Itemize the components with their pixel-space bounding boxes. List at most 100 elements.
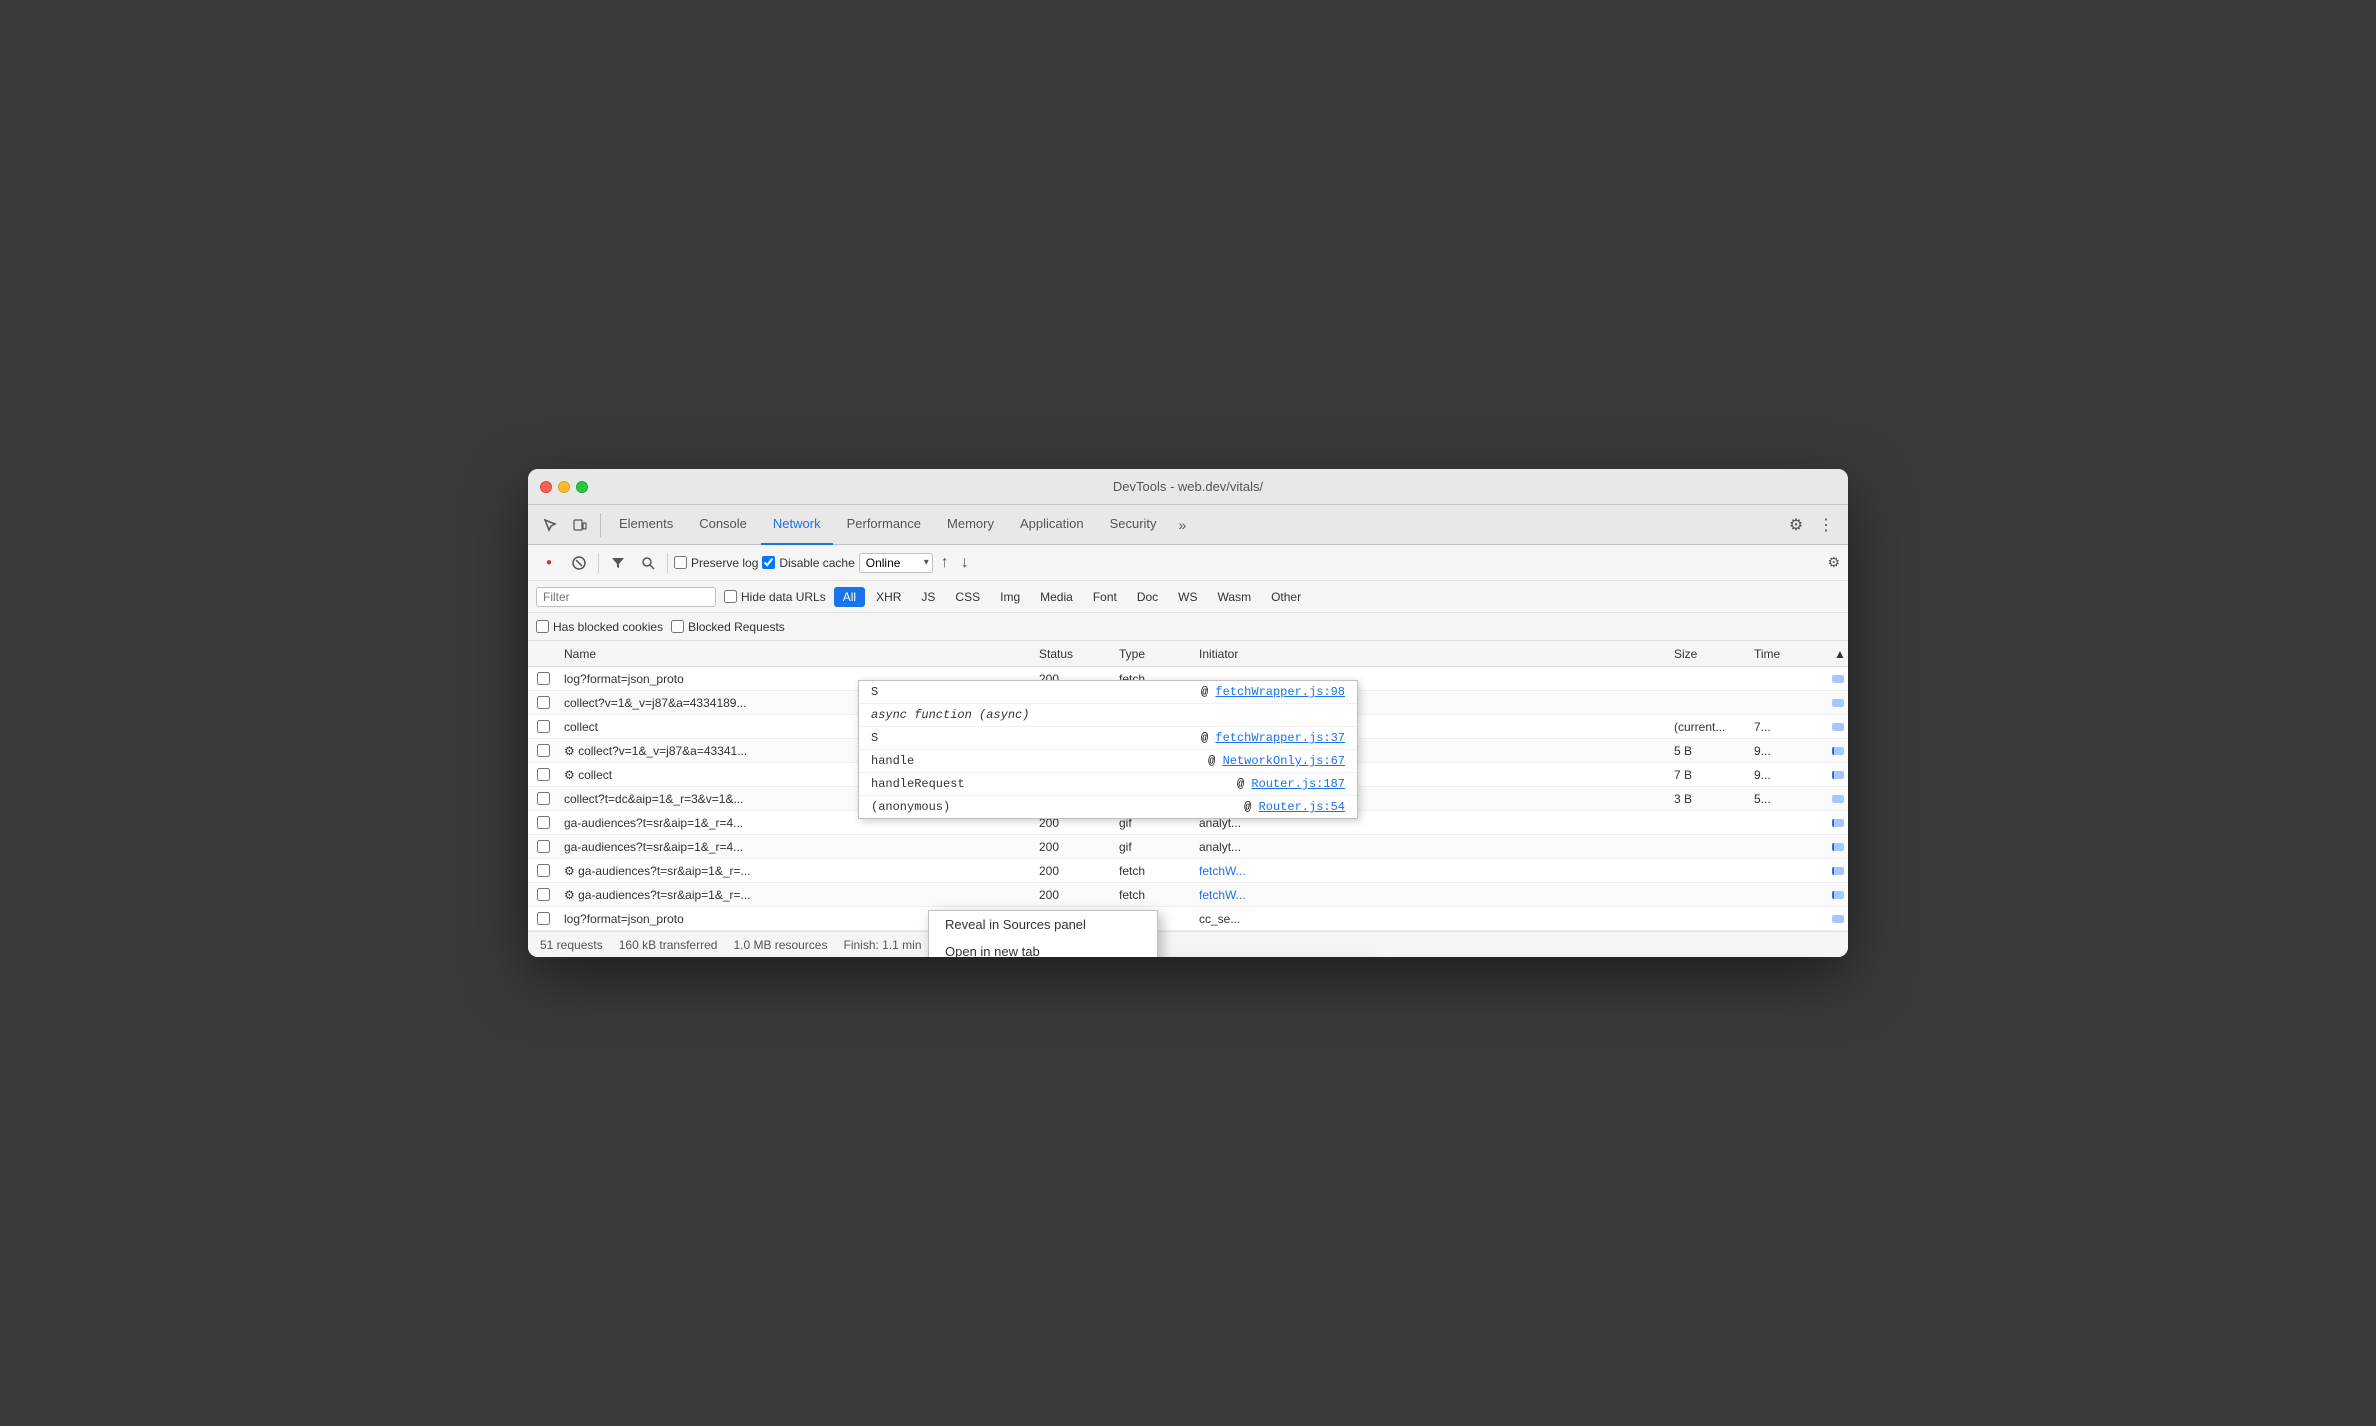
type-btn-img[interactable]: Img <box>991 587 1029 607</box>
table-row[interactable]: log?format=json_proto 200 fetch cc_se... <box>528 907 1848 931</box>
tab-network[interactable]: Network <box>761 505 833 545</box>
throttle-select[interactable]: Online Fast 3G Slow 3G Offline <box>859 553 933 573</box>
filter-input[interactable] <box>543 590 709 604</box>
network-settings-icon[interactable]: ⚙ <box>1827 554 1840 571</box>
toolbar-separator-1 <box>598 553 599 573</box>
has-blocked-cookies-label[interactable]: Has blocked cookies <box>536 620 663 634</box>
type-btn-doc[interactable]: Doc <box>1128 587 1167 607</box>
context-menu: Reveal in Sources panel Open in new tab … <box>928 910 1158 957</box>
hide-data-urls-label[interactable]: Hide data URLs <box>724 590 826 604</box>
more-options-icon[interactable]: ⋮ <box>1812 511 1840 539</box>
row-checkbox-6[interactable] <box>528 792 558 805</box>
device-toolbar-icon[interactable] <box>566 511 594 539</box>
type-btn-media[interactable]: Media <box>1031 587 1082 607</box>
row-size-6: 3 B <box>1668 792 1748 806</box>
minimize-button[interactable] <box>558 481 570 493</box>
row-checkbox-8[interactable] <box>528 840 558 853</box>
tab-memory[interactable]: Memory <box>935 505 1006 545</box>
cs-link-6[interactable]: Router.js:54 <box>1259 800 1345 814</box>
filter-input-wrapper <box>536 587 716 607</box>
tab-console[interactable]: Console <box>687 505 759 545</box>
row-waterfall-11 <box>1828 915 1848 923</box>
col-waterfall[interactable]: ▲ <box>1828 647 1848 661</box>
col-initiator[interactable]: Initiator <box>1193 647 1668 661</box>
type-btn-js[interactable]: JS <box>912 587 944 607</box>
disable-cache-label[interactable]: Disable cache <box>762 556 854 570</box>
type-btn-ws[interactable]: WS <box>1169 587 1206 607</box>
upload-icon[interactable]: ↑ <box>937 552 953 574</box>
settings-gear-icon[interactable]: ⚙ <box>1782 511 1810 539</box>
col-time[interactable]: Time <box>1748 647 1828 661</box>
type-btn-font[interactable]: Font <box>1084 587 1126 607</box>
row-waterfall-7 <box>1828 819 1848 827</box>
search-icon[interactable] <box>635 550 661 576</box>
cs-row-1: S @ fetchWrapper.js:98 <box>859 681 1357 704</box>
tab-elements[interactable]: Elements <box>607 505 685 545</box>
cs-link-1[interactable]: fetchWrapper.js:98 <box>1215 685 1345 699</box>
row-checkbox-2[interactable] <box>528 696 558 709</box>
col-type[interactable]: Type <box>1113 647 1193 661</box>
row-name-10: ⚙ ga-audiences?t=sr&aip=1&_r=... <box>558 888 1033 902</box>
table-row[interactable]: ga-audiences?t=sr&aip=1&_r=4... 200 gif … <box>528 835 1848 859</box>
throttle-select-wrapper: Online Fast 3G Slow 3G Offline <box>859 553 933 573</box>
download-icon[interactable]: ↓ <box>957 552 973 574</box>
cs-link-4[interactable]: NetworkOnly.js:67 <box>1223 754 1345 768</box>
row-checkbox-7[interactable] <box>528 816 558 829</box>
cs-link-3[interactable]: fetchWrapper.js:37 <box>1215 731 1345 745</box>
ctx-open-new-tab[interactable]: Open in new tab <box>929 938 1157 957</box>
tab-performance[interactable]: Performance <box>835 505 933 545</box>
type-btn-all[interactable]: All <box>834 587 865 607</box>
type-filter-buttons: All XHR JS CSS Img Media Font Doc WS Was… <box>834 587 1310 607</box>
col-name[interactable]: Name <box>558 647 1033 661</box>
row-status-10: 200 <box>1033 888 1113 902</box>
cs-row-4: handle @ NetworkOnly.js:67 <box>859 750 1357 773</box>
cursor-icon[interactable] <box>536 511 564 539</box>
row-initiator-10: fetchW... <box>1193 888 1668 902</box>
row-waterfall-4 <box>1828 747 1848 755</box>
clear-button[interactable] <box>566 550 592 576</box>
maximize-button[interactable] <box>576 481 588 493</box>
more-tabs-button[interactable]: » <box>1171 517 1195 533</box>
type-btn-css[interactable]: CSS <box>946 587 989 607</box>
traffic-lights <box>540 481 588 493</box>
ctx-reveal-sources[interactable]: Reveal in Sources panel <box>929 911 1157 938</box>
table-row[interactable]: ⚙ ga-audiences?t=sr&aip=1&_r=... 200 fet… <box>528 859 1848 883</box>
close-button[interactable] <box>540 481 552 493</box>
row-status-8: 200 <box>1033 840 1113 854</box>
row-size-5: 7 B <box>1668 768 1748 782</box>
row-type-8: gif <box>1113 840 1193 854</box>
type-btn-wasm[interactable]: Wasm <box>1209 587 1261 607</box>
tab-application[interactable]: Application <box>1008 505 1096 545</box>
disable-cache-checkbox[interactable] <box>762 556 775 569</box>
cs-func-6: (anonymous) <box>871 800 950 814</box>
blocked-requests-label[interactable]: Blocked Requests <box>671 620 785 634</box>
type-btn-other[interactable]: Other <box>1262 587 1310 607</box>
row-checkbox-10[interactable] <box>528 888 558 901</box>
col-status[interactable]: Status <box>1033 647 1113 661</box>
cs-func-4: handle <box>871 754 914 768</box>
hide-data-urls-checkbox[interactable] <box>724 590 737 603</box>
row-time-4: 9... <box>1748 744 1828 758</box>
filter-bar: Hide data URLs All XHR JS CSS Img Media … <box>528 581 1848 613</box>
filter-icon[interactable] <box>605 550 631 576</box>
row-checkbox-3[interactable] <box>528 720 558 733</box>
row-checkbox-9[interactable] <box>528 864 558 877</box>
tab-security[interactable]: Security <box>1098 505 1169 545</box>
blocked-requests-checkbox[interactable] <box>671 620 684 633</box>
table-row[interactable]: ⚙ ga-audiences?t=sr&aip=1&_r=... 200 fet… <box>528 883 1848 907</box>
status-resources: 1.0 MB resources <box>733 938 827 952</box>
record-button[interactable]: ● <box>536 550 562 576</box>
cs-link-5[interactable]: Router.js:187 <box>1251 777 1345 791</box>
preserve-log-checkbox[interactable] <box>674 556 687 569</box>
row-checkbox-11[interactable] <box>528 912 558 925</box>
status-finish: Finish: 1.1 min <box>843 938 921 952</box>
type-btn-xhr[interactable]: XHR <box>867 587 910 607</box>
row-checkbox-5[interactable] <box>528 768 558 781</box>
col-size[interactable]: Size <box>1668 647 1748 661</box>
has-blocked-cookies-checkbox[interactable] <box>536 620 549 633</box>
row-checkbox-1[interactable] <box>528 672 558 685</box>
preserve-log-label[interactable]: Preserve log <box>674 556 758 570</box>
row-waterfall-10 <box>1828 891 1848 899</box>
row-checkbox-4[interactable] <box>528 744 558 757</box>
cs-at-6: @ Router.js:54 <box>1244 800 1345 814</box>
